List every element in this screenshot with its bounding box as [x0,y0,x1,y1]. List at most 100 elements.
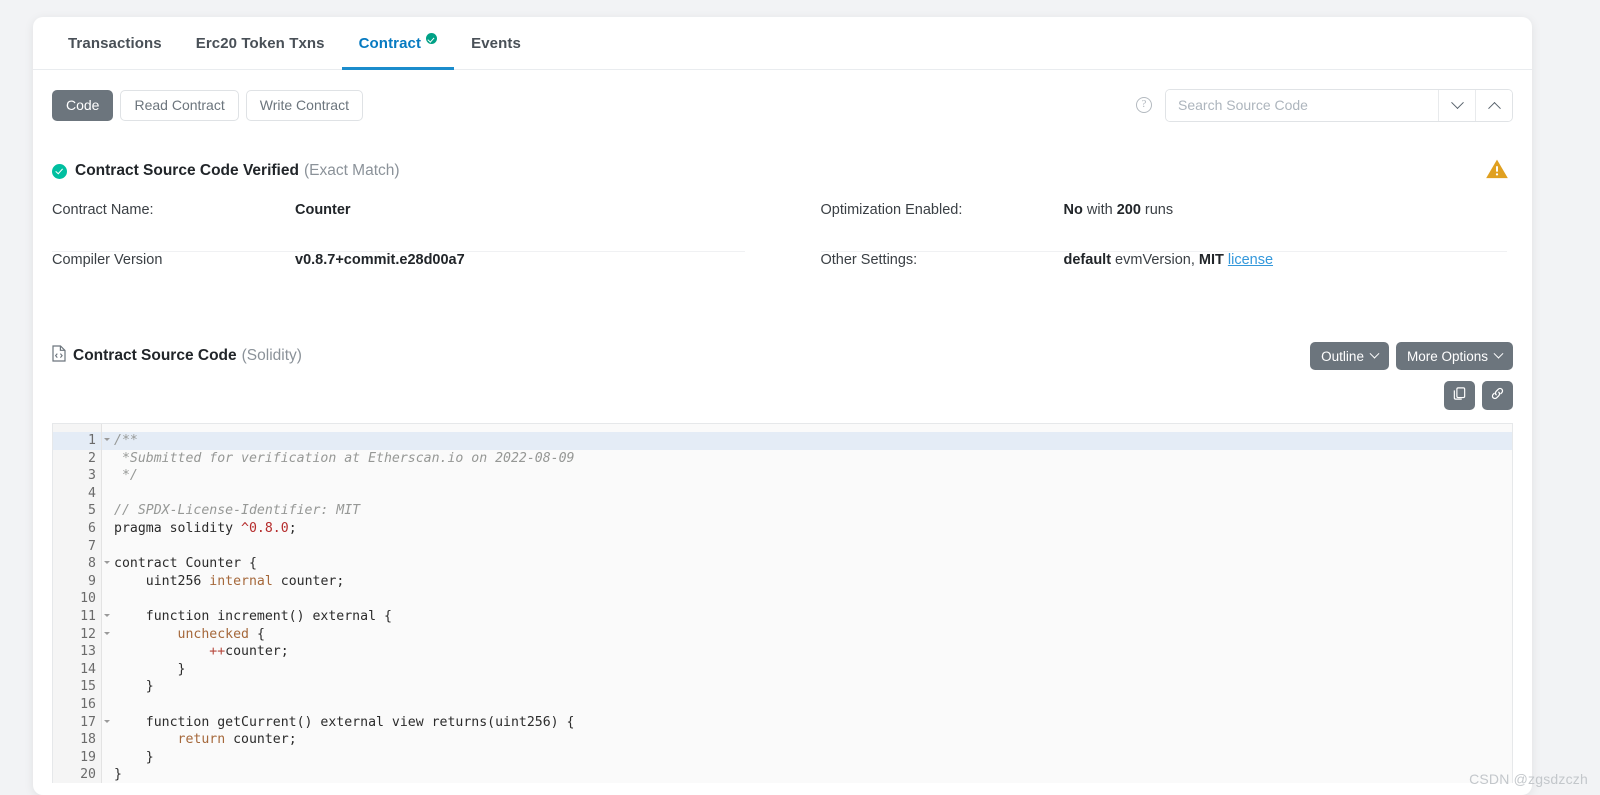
optimization-runs-count: 200 [1117,202,1141,218]
line-number: 11 [53,608,101,626]
watermark: CSDN @zgsdzczh [1469,771,1588,787]
line-number: 9 [53,573,101,591]
source-code-viewer[interactable]: 1234567891011121314151617181920 /** *Sub… [52,423,1513,783]
code-line: // SPDX-License-Identifier: MIT [112,502,1512,520]
line-number: 16 [53,696,101,714]
code-token: counter; [225,644,289,659]
line-number-gutter: 1234567891011121314151617181920 [53,424,102,783]
line-number: 15 [53,678,101,696]
fold-gutter-cell [102,502,112,520]
tab-events[interactable]: Events [454,17,538,69]
line-number: 5 [53,502,101,520]
outline-button[interactable]: Outline [1310,342,1389,370]
fold-toggle-icon[interactable] [104,632,110,635]
optimization-label: Optimization Enabled: [821,202,1064,218]
code-toolbar: Code Read Contract Write Contract ? [33,70,1532,140]
tab-code-button[interactable]: Code [52,90,113,121]
code-token: } [114,679,154,694]
code-token: ++ [209,644,225,659]
compiler-version-label: Compiler Version [52,252,295,268]
fold-toggle-icon[interactable] [104,561,110,564]
fold-gutter-cell [102,661,112,679]
help-icon[interactable]: ? [1136,97,1152,113]
search-source-code-input[interactable] [1166,90,1438,121]
warning-icon[interactable] [1484,156,1510,187]
code-token: ^0.8.0 [241,521,289,536]
code-token: ; [289,521,297,536]
fold-gutter-cell [102,520,112,538]
code-line: pragma solidity ^0.8.0; [112,520,1512,538]
tab-erc20-token-txns[interactable]: Erc20 Token Txns [179,17,342,69]
source-code-language: (Solidity) [242,347,302,365]
line-number: 12 [53,626,101,644]
search-prev-button[interactable] [1475,90,1512,121]
fold-gutter-spacer [102,424,112,783]
page-root: Transactions Erc20 Token Txns Contract Even… [0,0,1600,795]
verified-banner: Contract Source Code Verified (Exact Mat… [33,162,1532,180]
other-settings-mid-text: evmVersion, [1111,252,1199,268]
line-number: 2 [53,450,101,468]
contract-name-value: Counter [295,202,351,218]
license-link[interactable]: license [1228,252,1273,268]
read-contract-button[interactable]: Read Contract [120,90,238,121]
fold-gutter-cell [102,450,112,468]
code-token: function increment() external { [114,609,392,624]
source-code-icon-buttons [33,381,1532,410]
source-code-header: Contract Source Code (Solidity) Outline … [33,342,1532,370]
tab-label: Erc20 Token Txns [196,35,325,52]
tab-transactions[interactable]: Transactions [51,17,179,69]
line-number: 14 [53,661,101,679]
contract-info-left-column: Contract Name: Counter Compiler Version … [52,202,783,302]
line-number: 4 [53,485,101,503]
code-token: /** [114,433,138,448]
code-token: counter; [273,574,344,589]
fold-gutter-cell [102,643,112,661]
other-settings-value: default evmVersion, MIT license [1064,252,1274,268]
more-options-button[interactable]: More Options [1396,342,1513,370]
code-line: *Submitted for verification at Etherscan… [112,450,1512,468]
chevron-down-icon [1494,348,1504,358]
fold-toggle-icon[interactable] [104,614,110,617]
fold-gutter-cell [102,731,112,749]
chevron-down-icon [1370,348,1380,358]
write-contract-button[interactable]: Write Contract [246,90,363,121]
code-line: function increment() external { [112,608,1512,626]
write-contract-label: Write Contract [260,97,349,113]
verified-check-icon [426,33,437,44]
code-line: */ [112,467,1512,485]
info-row-optimization: Optimization Enabled: No with 200 runs [821,202,1508,252]
fold-gutter-cell [102,590,112,608]
line-number: 17 [53,714,101,732]
optimization-enabled-flag: No [1064,202,1083,218]
tab-label: Contract [359,35,421,52]
verified-match-type: (Exact Match) [304,162,400,180]
code-button-label: Code [66,97,99,113]
line-number: 20 [53,766,101,783]
code-token: internal [209,574,273,589]
code-line [112,696,1512,714]
code-token [114,732,178,747]
permalink-button[interactable] [1482,381,1513,410]
code-line: unchecked { [112,626,1512,644]
code-token: unchecked [178,627,249,642]
line-number: 3 [53,467,101,485]
outline-button-label: Outline [1321,349,1364,364]
code-line: uint256 internal counter; [112,573,1512,591]
code-line [112,538,1512,556]
code-token: uint256 [114,574,209,589]
code-token: counter; [225,732,296,747]
copy-source-button[interactable] [1444,381,1475,410]
code-token [114,644,209,659]
check-circle-icon [52,164,67,179]
code-token: return [178,732,226,747]
fold-toggle-icon[interactable] [104,438,110,441]
code-line: } [112,661,1512,679]
link-icon [1490,386,1505,406]
fold-toggle-icon[interactable] [104,720,110,723]
contract-info-grid: Contract Name: Counter Compiler Version … [33,202,1532,302]
code-token: *Submitted for verification at Etherscan… [114,451,575,466]
line-number: 10 [53,590,101,608]
code-content[interactable]: /** *Submitted for verification at Ether… [112,424,1512,783]
search-next-button[interactable] [1438,90,1475,121]
tab-contract[interactable]: Contract [342,17,454,69]
